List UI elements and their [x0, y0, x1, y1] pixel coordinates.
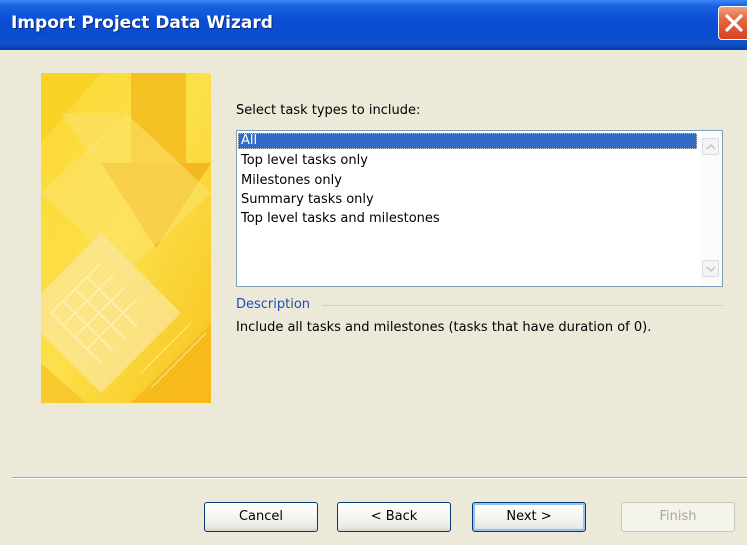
list-item-top-level-tasks-and-milestones[interactable]: Top level tasks and milestones [238, 211, 697, 227]
cancel-button[interactable]: Cancel [204, 502, 318, 532]
close-button[interactable] [718, 6, 747, 40]
window-title: Import Project Data Wizard [11, 13, 273, 33]
finish-button[interactable]: Finish [621, 502, 735, 532]
listbox-scrollbar[interactable] [700, 132, 722, 285]
task-types-listbox[interactable]: All Top level tasks only Milestones only… [236, 130, 723, 287]
chevron-up-icon [706, 143, 716, 150]
next-button[interactable]: Next > [472, 502, 586, 532]
close-icon [725, 14, 743, 32]
title-bar[interactable]: Import Project Data Wizard [0, 0, 747, 50]
list-item-all[interactable]: All [238, 133, 697, 149]
list-item-top-level-tasks-only[interactable]: Top level tasks only [238, 153, 697, 169]
description-heading: Description [236, 297, 311, 312]
description-text: Include all tasks and milestones (tasks … [236, 320, 652, 335]
scroll-up-button[interactable] [702, 138, 719, 155]
list-item-milestones-only[interactable]: Milestones only [238, 173, 697, 189]
wizard-banner-graphic [41, 73, 211, 403]
wizard-window: Import Project Data Wizard Select task t… [0, 0, 747, 545]
task-types-prompt: Select task types to include: [236, 103, 421, 118]
button-area-divider [12, 477, 747, 479]
back-button[interactable]: < Back [337, 502, 451, 532]
description-divider [322, 305, 723, 306]
chevron-down-icon [706, 266, 716, 273]
scroll-down-button[interactable] [702, 260, 719, 277]
list-item-summary-tasks-only[interactable]: Summary tasks only [238, 192, 697, 208]
